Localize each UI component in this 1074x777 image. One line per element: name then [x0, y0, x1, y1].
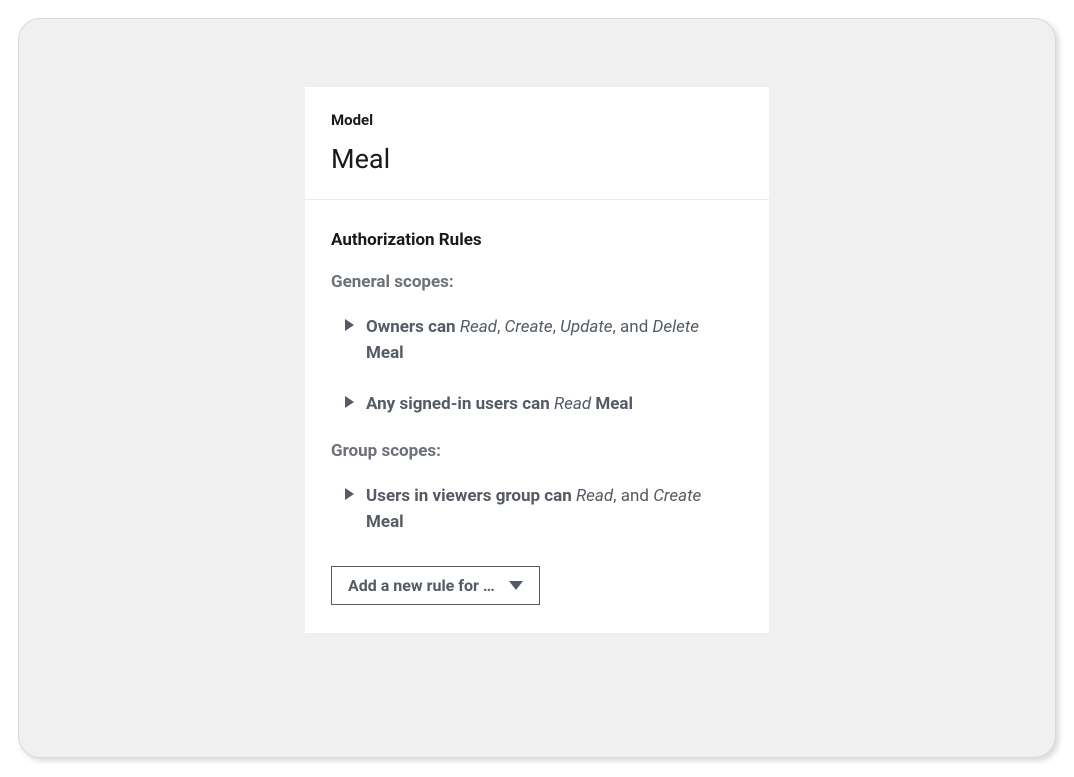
model-name: Meal: [331, 143, 743, 175]
rule-viewers-group[interactable]: Users in viewers group can Read, and Cre…: [345, 483, 743, 536]
panel-header: Model Meal: [305, 87, 769, 200]
caret-down-icon: [509, 581, 523, 590]
disclosure-right-icon: [345, 488, 354, 500]
app-frame: Model Meal Authorization Rules General s…: [18, 18, 1056, 758]
authorization-rules-title: Authorization Rules: [331, 230, 743, 250]
rule-owners[interactable]: Owners can Read, Create, Update, and Del…: [345, 314, 743, 367]
rule-signed-in-users[interactable]: Any signed-in users can Read Meal: [345, 391, 743, 417]
rule-signed-in-text: Any signed-in users can Read Meal: [366, 391, 633, 417]
disclosure-right-icon: [345, 319, 354, 331]
general-scopes-heading: General scopes:: [331, 272, 743, 292]
rule-owners-text: Owners can Read, Create, Update, and Del…: [366, 314, 706, 367]
group-scopes-heading: Group scopes:: [331, 441, 743, 461]
panel-body: Authorization Rules General scopes: Owne…: [305, 200, 769, 633]
disclosure-right-icon: [345, 396, 354, 408]
add-new-rule-button[interactable]: Add a new rule for …: [331, 566, 540, 605]
add-new-rule-label: Add a new rule for …: [348, 576, 495, 595]
model-label: Model: [331, 111, 743, 129]
model-panel: Model Meal Authorization Rules General s…: [305, 87, 769, 633]
rule-viewers-text: Users in viewers group can Read, and Cre…: [366, 483, 706, 536]
